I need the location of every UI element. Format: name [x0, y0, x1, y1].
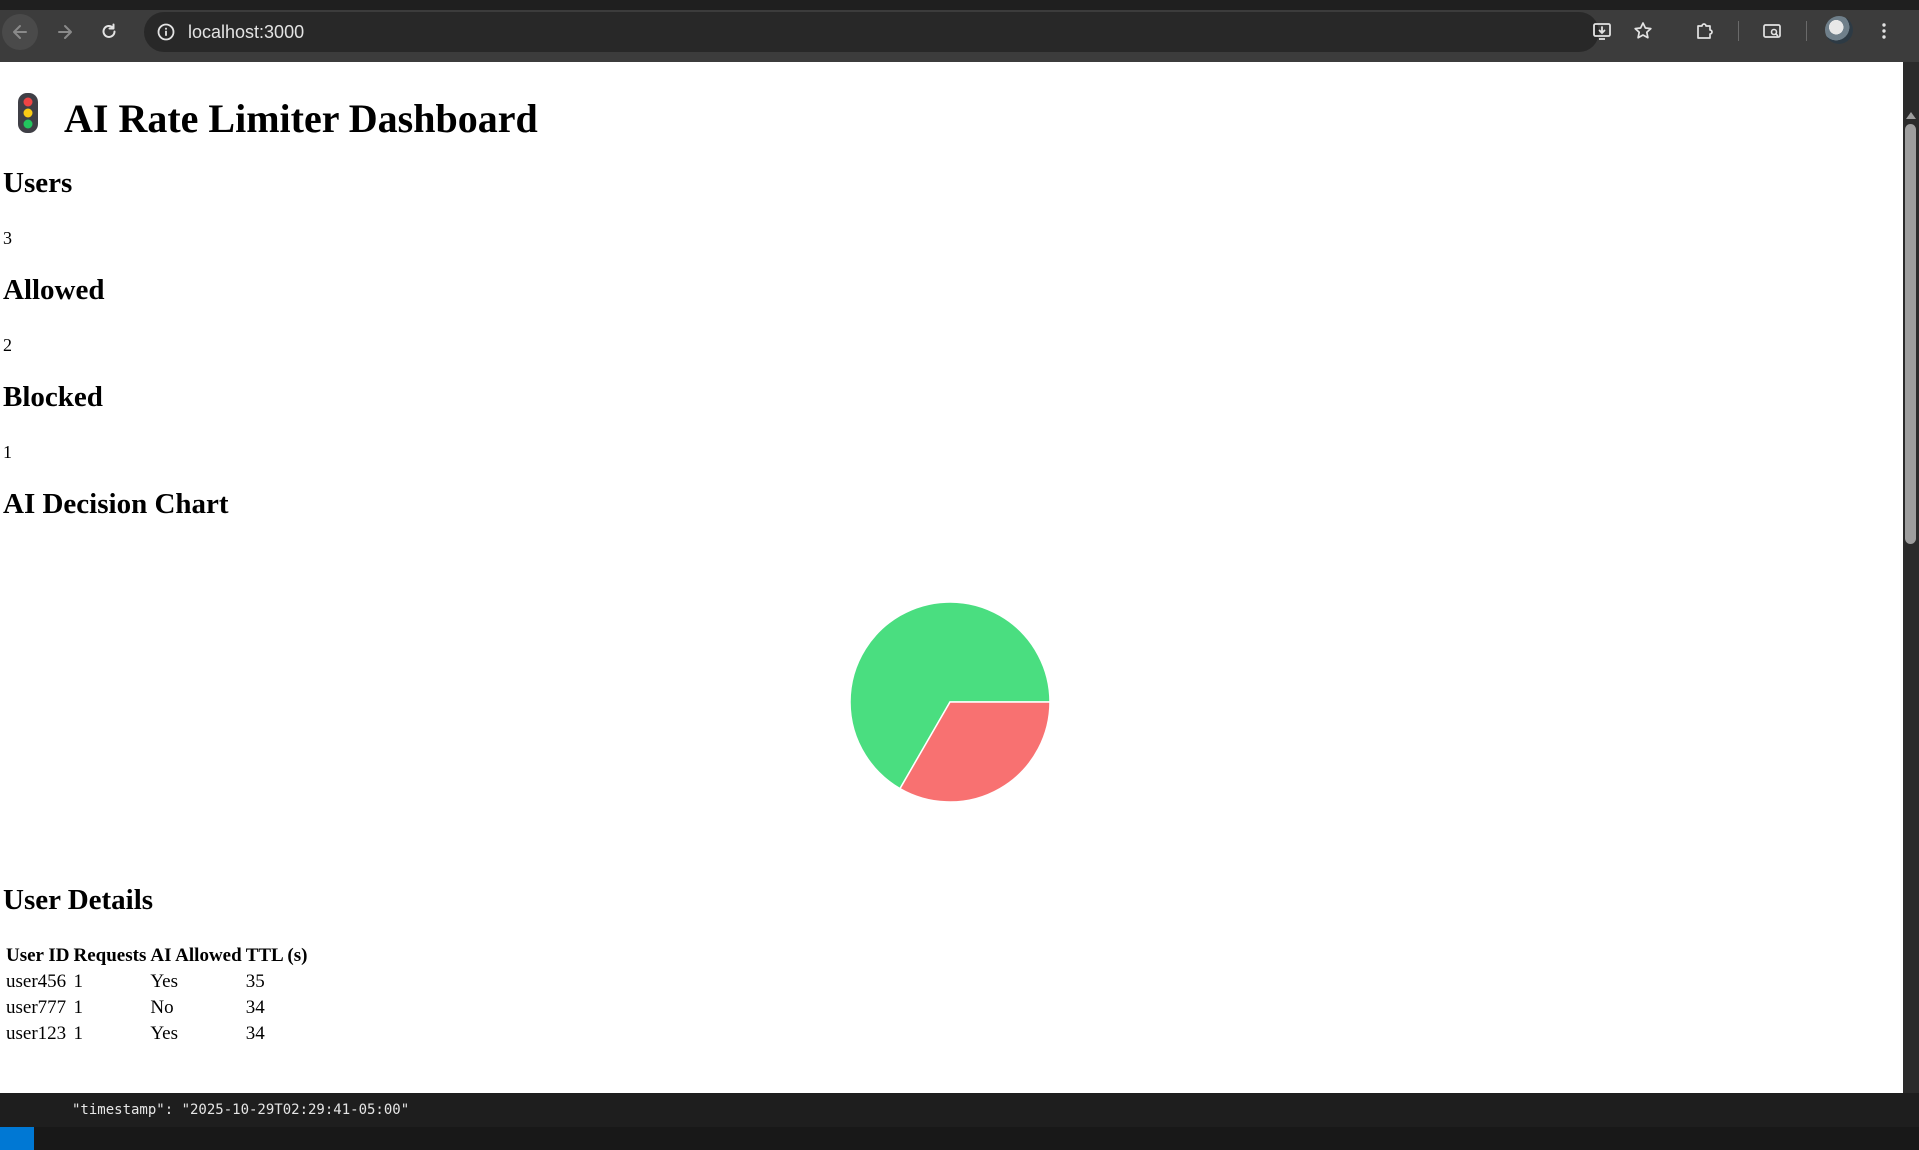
ai-decision-pie-chart: [849, 601, 1051, 803]
site-info-button[interactable]: [152, 18, 180, 46]
cell-user-id: user123: [6, 1023, 67, 1044]
cell-requests: 1: [73, 971, 84, 992]
editor-status-bar: [0, 1127, 1919, 1150]
table-row: user777 1 No 34: [5, 996, 308, 1020]
more-vertical-icon: [1882, 23, 1886, 39]
cell-ai-allowed: No: [150, 997, 174, 1018]
column-header-requests: Requests: [73, 945, 147, 966]
scroll-up-arrow-icon[interactable]: [1906, 112, 1916, 119]
terminal-output-line: "timestamp": "2025-10-29T02:29:41-05:00": [72, 1102, 410, 1118]
blocked-heading: Blocked: [3, 381, 103, 413]
remote-indicator[interactable]: [0, 1127, 34, 1150]
page-viewport: AI Rate Limiter Dashboard Users 3 Allowe…: [0, 62, 1903, 1093]
tab-search-icon: [1763, 24, 1781, 38]
bookmark-button[interactable]: [1628, 16, 1658, 46]
arrow-right-icon: [58, 25, 72, 39]
page-title: AI Rate Limiter Dashboard: [3, 92, 538, 144]
browser-toolbar: localhost:3000: [0, 0, 1919, 62]
column-header-ttl: TTL (s): [245, 945, 308, 966]
install-app-button[interactable]: [1587, 16, 1617, 46]
forward-button[interactable]: [47, 14, 83, 50]
cell-user-id: user456: [6, 971, 67, 992]
table-row: user123 1 Yes 34: [5, 1022, 308, 1046]
cell-ai-allowed: Yes: [150, 1023, 179, 1044]
reload-button[interactable]: [91, 14, 127, 50]
user-details-table: User ID Requests AI Allowed TTL (s) user…: [3, 942, 310, 1048]
cell-ai-allowed: Yes: [150, 971, 179, 992]
traffic-light-icon: [17, 92, 39, 144]
address-bar[interactable]: localhost:3000: [144, 12, 1599, 52]
column-header-ai-allowed: AI Allowed: [150, 945, 242, 966]
tab-strip: [0, 0, 1919, 10]
arrow-left-icon: [13, 25, 27, 39]
toolbar-divider: [1738, 21, 1739, 41]
cell-ttl: 34: [245, 997, 265, 1018]
reload-icon: [102, 23, 116, 38]
scrollbar-thumb[interactable]: [1905, 124, 1916, 544]
info-icon: [157, 23, 175, 41]
page-title-text: AI Rate Limiter Dashboard: [64, 95, 538, 141]
user-details-heading: User Details: [3, 884, 154, 916]
back-button[interactable]: [2, 14, 38, 50]
column-header-user-id: User ID: [6, 945, 70, 966]
address-url[interactable]: localhost:3000: [188, 22, 304, 43]
extensions-button[interactable]: [1690, 16, 1720, 46]
cell-ttl: 34: [245, 1023, 265, 1044]
install-icon: [1593, 23, 1611, 40]
puzzle-icon: [1697, 23, 1713, 39]
table-header-row: User ID Requests AI Allowed TTL (s): [5, 944, 308, 968]
users-heading: Users: [3, 167, 73, 199]
profile-avatar[interactable]: [1825, 16, 1853, 44]
cast-button[interactable]: [1757, 16, 1787, 46]
users-count: 3: [3, 228, 12, 248]
star-icon: [1634, 22, 1652, 39]
table-row: user456 1 Yes 35: [5, 970, 308, 994]
allowed-heading: Allowed: [3, 274, 105, 306]
toolbar-divider: [1806, 21, 1807, 41]
cell-user-id: user777: [6, 997, 67, 1018]
chart-heading: AI Decision Chart: [3, 488, 229, 520]
allowed-count: 2: [3, 335, 12, 355]
cell-requests: 1: [73, 1023, 84, 1044]
blocked-count: 1: [3, 442, 12, 462]
menu-button[interactable]: [1869, 16, 1899, 46]
cell-requests: 1: [73, 997, 84, 1018]
cell-ttl: 35: [245, 971, 265, 992]
